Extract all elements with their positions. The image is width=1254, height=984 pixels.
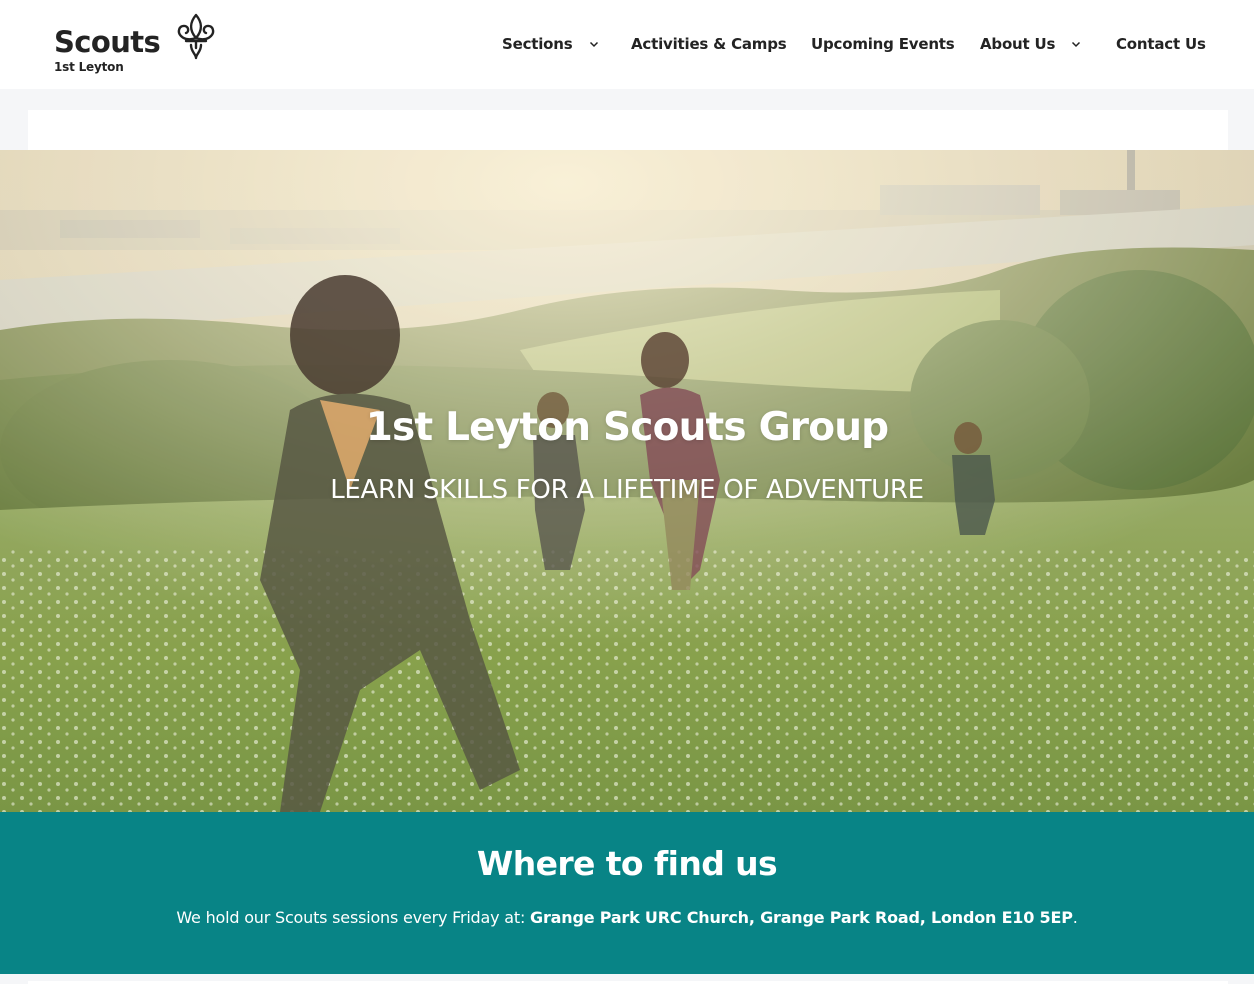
find-us-section: Where to find us We hold our Scouts sess… [0,812,1254,974]
nav-item-activities-camps[interactable]: Activities & Camps [631,32,787,56]
chevron-down-icon [1072,41,1081,48]
site-header: Scouts 1st Leyton Sections Activities & … [0,0,1254,89]
nav-item-label: Upcoming Events [811,35,955,53]
nav-item-upcoming-events[interactable]: Upcoming Events [811,32,955,56]
hero-title: 1st Leyton Scouts Group [365,405,889,450]
logo-group-name: 1st Leyton [54,60,124,74]
nav-item-sections[interactable]: Sections [502,32,599,56]
find-us-title: Where to find us [476,844,778,883]
main-nav: Sections Activities & Camps Upcoming Eve… [0,32,1254,56]
nav-item-about-us[interactable]: About Us [980,32,1081,56]
hero-banner: 1st Leyton Scouts Group LEARN SKILLS FOR… [0,150,1254,812]
hero-subtitle: LEARN SKILLS FOR A LIFETIME OF ADVENTURE [330,475,924,505]
find-us-address: Grange Park URC Church, Grange Park Road… [530,908,1073,927]
find-us-text-prefix: We hold our Scouts sessions every Friday… [176,908,531,927]
find-us-text-suffix: . [1072,908,1078,927]
nav-item-label: Activities & Camps [631,35,787,53]
find-us-text: We hold our Scouts sessions every Friday… [0,908,1254,927]
nav-item-label: About Us [980,35,1056,53]
nav-item-label: Sections [502,35,573,53]
chevron-down-icon [589,41,598,48]
content-card-top [28,110,1228,150]
nav-item-contact-us[interactable]: Contact Us [1116,32,1206,56]
nav-item-label: Contact Us [1116,35,1206,53]
